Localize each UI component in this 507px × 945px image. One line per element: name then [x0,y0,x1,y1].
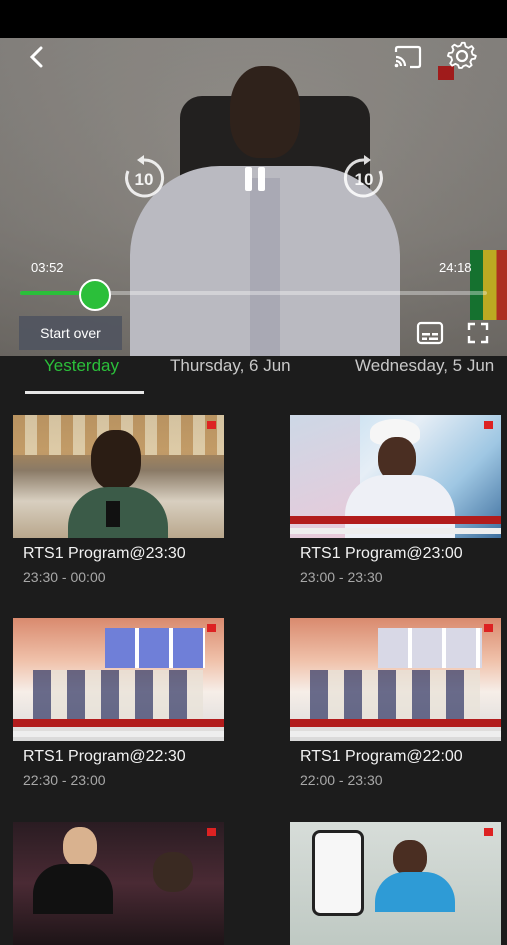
rewind-10-icon: 10 [125,155,165,198]
total-duration: 24:18 [439,260,472,275]
settings-icon [447,41,477,69]
forward-10-button[interactable]: 10 [340,154,388,202]
subtitles-button[interactable] [415,318,445,348]
program-thumbnail [13,618,224,741]
date-tabs: Yesterday Thursday, 6 Jun Wednesday, 5 J… [0,356,507,396]
program-card[interactable]: RTS1 Program@22:30 22:30 - 23:00 [13,618,224,788]
svg-text:10: 10 [355,170,374,189]
cast-icon [394,45,422,69]
tab-thursday[interactable]: Thursday, 6 Jun [170,356,291,376]
back-icon [29,46,43,68]
program-title: RTS1 Program@23:30 [23,545,186,562]
forward-10-icon: 10 [343,155,383,198]
program-title: RTS1 Program@22:30 [23,748,186,765]
program-time: 22:30 - 23:00 [23,772,106,788]
seek-bar-thumb[interactable] [78,279,111,311]
program-thumbnail [13,415,224,538]
fullscreen-button[interactable] [463,318,493,348]
pause-button[interactable] [238,162,272,196]
program-thumbnail [290,415,501,538]
start-over-button[interactable]: Start over [19,316,122,350]
program-time: 22:00 - 23:30 [300,772,383,788]
program-thumbnail [13,822,224,945]
program-time: 23:00 - 23:30 [300,569,383,585]
program-thumbnail [290,618,501,741]
program-title: RTS1 Program@22:00 [300,748,463,765]
fullscreen-icon [467,322,489,344]
settings-button[interactable] [444,38,480,74]
current-time: 03:52 [31,260,64,275]
program-card[interactable] [13,822,224,945]
pause-icon [245,167,265,191]
rewind-10-button[interactable]: 10 [120,154,168,202]
program-time: 23:30 - 00:00 [23,569,106,585]
cast-button[interactable] [390,40,426,74]
back-button[interactable] [20,40,54,74]
program-card[interactable] [290,822,501,945]
svg-text:10: 10 [135,170,154,189]
tab-wednesday[interactable]: Wednesday, 5 Jun [355,356,494,376]
program-card[interactable]: RTS1 Program@23:00 23:00 - 23:30 [290,415,501,585]
status-bar [0,0,507,38]
seek-bar[interactable] [20,279,487,311]
program-title: RTS1 Program@23:00 [300,545,463,562]
subtitles-icon [416,321,444,345]
active-tab-indicator [25,391,144,394]
program-card[interactable]: RTS1 Program@22:00 22:00 - 23:30 [290,618,501,788]
video-player[interactable]: 10 10 03:52 24:18 Start over [0,38,507,356]
program-thumbnail [290,822,501,945]
program-card[interactable]: RTS1 Program@23:30 23:30 - 00:00 [13,415,224,585]
tab-yesterday[interactable]: Yesterday [44,356,119,376]
